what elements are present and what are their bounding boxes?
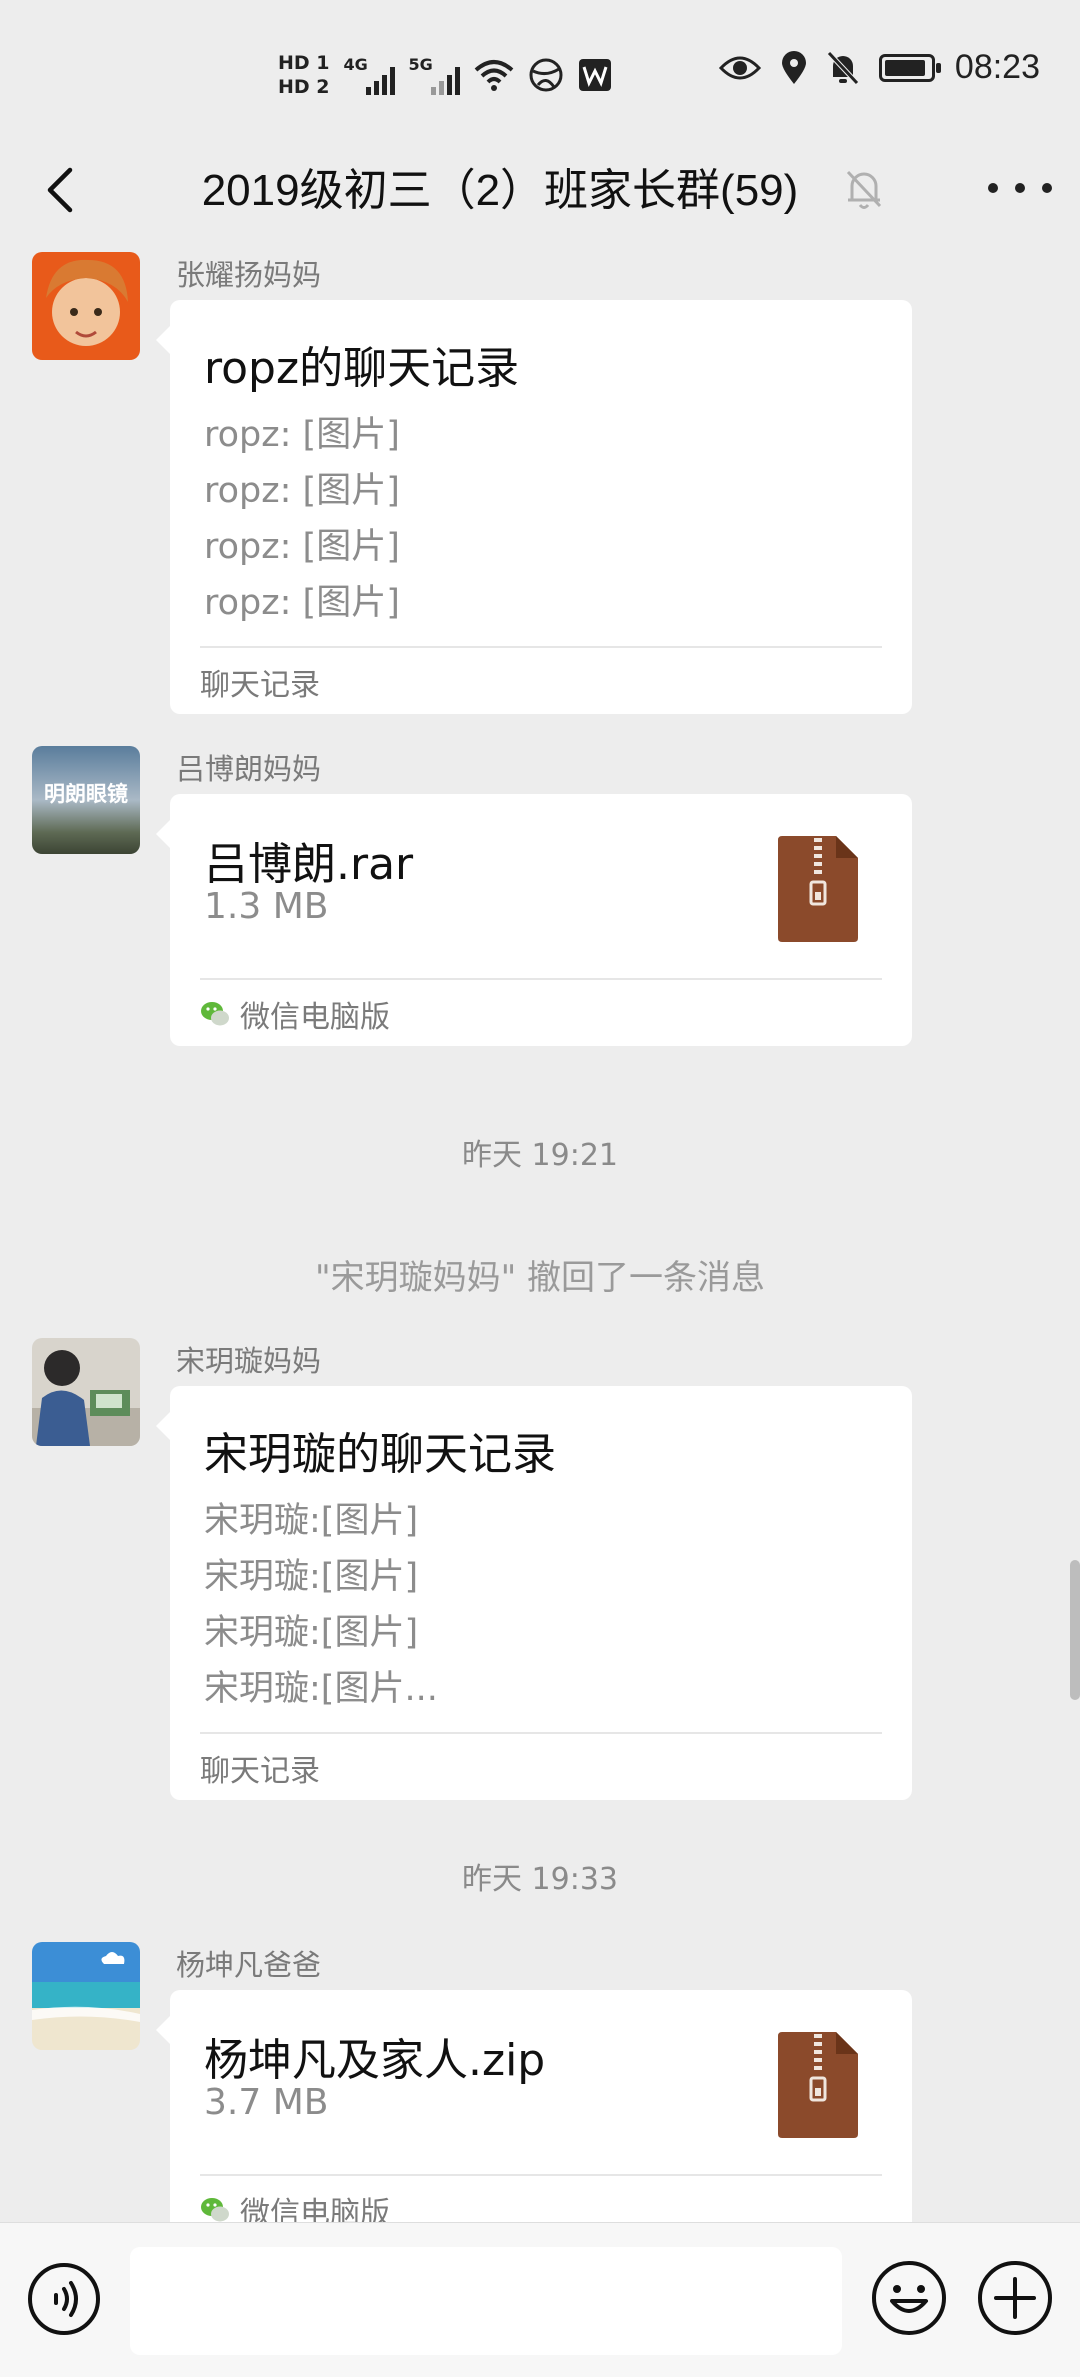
- zip-file-icon: [778, 836, 858, 942]
- wps-icon: [578, 59, 611, 91]
- status-bar: HD 1 HD 2 4G 5G 08:23: [0, 0, 1080, 140]
- record-line: 宋玥璇:[图片]: [204, 1501, 419, 1541]
- timestamp: 昨天 19:21: [462, 1138, 618, 1173]
- record-line: ropz: [图片]: [204, 471, 400, 511]
- file-name: 吕博朗.rar: [204, 839, 414, 890]
- timestamp: 昨天 19:33: [462, 1862, 618, 1897]
- file-card[interactable]: 吕博朗.rar 1.3 MB 微信电脑版: [156, 794, 912, 1046]
- chat-title: 2019级初三（2）班家长群(59): [201, 166, 799, 215]
- wifi-icon: [474, 60, 513, 91]
- zip-file-icon: [778, 2032, 858, 2138]
- avatar[interactable]: [32, 1338, 140, 1446]
- more-icon[interactable]: [988, 164, 1052, 212]
- avatar-text: 明朗眼镜: [44, 782, 128, 806]
- message-input[interactable]: [130, 2247, 842, 2355]
- status-left: HD 1 HD 2 4G 5G: [278, 40, 612, 110]
- battery-icon: [878, 53, 941, 82]
- mute-bell-icon: [846, 170, 882, 209]
- record-line: ropz: [图片]: [204, 583, 400, 623]
- file-footer: 微信电脑版: [200, 992, 390, 1036]
- divider: [200, 646, 882, 648]
- message-item: 明朗眼镜 吕博朗妈妈 吕博朗.rar 1.3 MB 微信电脑版: [0, 746, 1080, 1046]
- emoji-icon[interactable]: [870, 2259, 948, 2337]
- file-size: 3.7 MB: [204, 2082, 329, 2123]
- chat-header: 2019级初三（2）班家长群(59): [0, 140, 1080, 240]
- input-bar: [0, 2222, 1080, 2377]
- divider: [200, 1732, 882, 1734]
- record-line: ropz: [图片]: [204, 415, 400, 455]
- globe-icon: [529, 58, 563, 92]
- recall-notice: "宋玥璇妈妈" 撤回了一条消息: [314, 1258, 766, 1298]
- record-footer: 聊天记录: [200, 668, 320, 703]
- sender-name: 吕博朗妈妈: [176, 752, 322, 786]
- plus-icon[interactable]: [976, 2259, 1054, 2337]
- eye-icon: [718, 56, 761, 79]
- file-name: 杨坤凡及家人.zip: [204, 2035, 546, 2086]
- sender-name: 宋玥璇妈妈: [176, 1344, 322, 1378]
- location-icon: [781, 50, 806, 84]
- wechat-icon: [201, 1002, 229, 1026]
- message-item: 宋玥璇妈妈 宋玥璇的聊天记录 宋玥璇:[图片] 宋玥璇:[图片] 宋玥璇:[图片…: [0, 1338, 1080, 1808]
- record-title: 宋玥璇的聊天记录: [204, 1429, 556, 1480]
- status-right: 08:23: [718, 48, 1040, 87]
- record-line: 宋玥璇:[图片]: [204, 1557, 419, 1597]
- sim-indicators: HD 1 HD 2: [278, 51, 330, 99]
- net1-label: 4G: [343, 55, 368, 74]
- sim2-label: HD 2: [278, 76, 330, 98]
- back-icon[interactable]: [30, 158, 94, 222]
- voice-icon[interactable]: [26, 2261, 102, 2337]
- divider: [200, 978, 882, 980]
- avatar[interactable]: [32, 252, 140, 360]
- footer-source: 微信电脑版: [240, 1000, 390, 1035]
- chat-record-card[interactable]: ropz的聊天记录 ropz: [图片] ropz: [图片] ropz: [图…: [156, 300, 912, 714]
- battery-fill: [884, 59, 925, 76]
- chat-record-card[interactable]: 宋玥璇的聊天记录 宋玥璇:[图片] 宋玥璇:[图片] 宋玥璇:[图片] 宋玥璇:…: [156, 1386, 912, 1800]
- signal-4g-icon: 4G: [344, 55, 395, 95]
- file-size: 1.3 MB: [204, 886, 329, 927]
- avatar[interactable]: 明朗眼镜: [32, 746, 140, 854]
- net2-label: 5G: [408, 55, 433, 74]
- sim1-label: HD 1: [278, 52, 330, 74]
- divider: [200, 2174, 882, 2176]
- message-item: 杨坤凡爸爸 杨坤凡及家人.zip 3.7 MB 微信电脑版: [0, 1942, 1080, 2290]
- bell-off-icon: [827, 50, 859, 85]
- record-footer: 聊天记录: [200, 1754, 320, 1789]
- avatar[interactable]: [32, 1942, 140, 2050]
- record-line: ropz: [图片]: [204, 527, 400, 567]
- wechat-icon: [201, 2198, 229, 2222]
- sender-name: 杨坤凡爸爸: [176, 1948, 322, 1982]
- record-title: ropz的聊天记录: [204, 343, 520, 394]
- message-item: 张耀扬妈妈 ropz的聊天记录 ropz: [图片] ropz: [图片] ro…: [0, 252, 1080, 714]
- sender-name: 张耀扬妈妈: [176, 258, 322, 292]
- signal-5g-icon: 5G: [409, 55, 460, 95]
- scroll-indicator[interactable]: [1070, 1560, 1080, 1700]
- record-line: 宋玥璇:[图片...: [204, 1669, 438, 1709]
- record-line: 宋玥璇:[图片]: [204, 1613, 419, 1653]
- status-time: 08:23: [954, 48, 1040, 86]
